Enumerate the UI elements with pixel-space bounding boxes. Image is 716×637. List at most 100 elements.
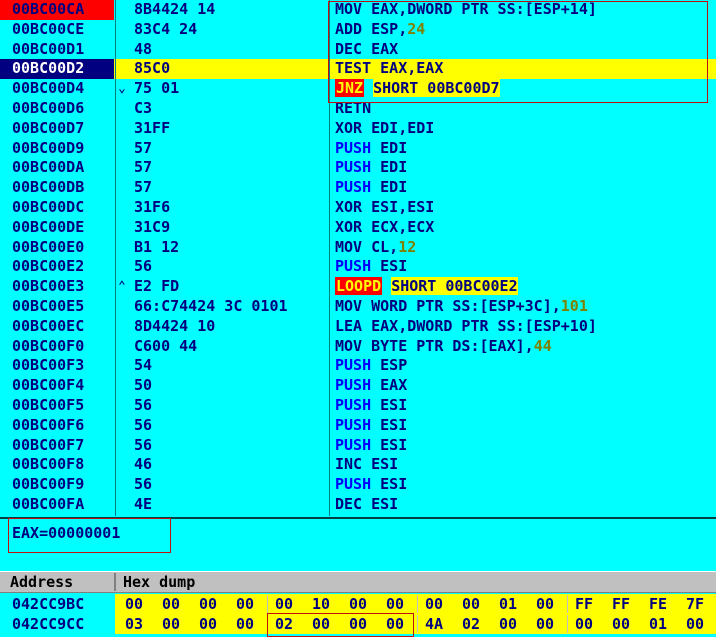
instruction-bytes: 48 [134,39,153,58]
disasm-row[interactable]: 00BC00F6 56 PUSH ESI [0,416,716,436]
disasm-row[interactable]: 00BC00F5 56 PUSH ESI [0,396,716,416]
dump-byte: 00 [125,595,144,613]
dump-byte: 00 [462,595,481,613]
instruction-bytes: 8D4424 10 [134,316,216,335]
asm-token: JNZ [335,79,365,98]
asm-token: ESI [371,435,408,454]
instruction-text: DEC EAX [335,40,716,60]
instruction-text: MOV BYTE PTR DS:[EAX],44 [335,337,716,357]
column-separator-hex[interactable] [329,0,330,516]
jump-mark [118,416,132,436]
disasm-row[interactable]: 00BC00DB 57 PUSH EDI [0,178,716,198]
asm-token: PUSH [335,415,372,434]
column-header-hexdump[interactable]: Hex dump [123,572,195,592]
instruction-address: 00BC00F8 [12,455,85,474]
disasm-row[interactable]: 00BC00E2 56 PUSH ESI [0,257,716,277]
asm-token: EDI [371,178,408,197]
instruction-address: 00BC00E5 [12,297,85,315]
disasm-row[interactable]: 00BC00D6 C3 RETN [0,99,716,119]
disasm-row[interactable]: 00BC00D2 85C0 TEST EAX,EAX [0,59,716,80]
disasm-row[interactable]: 00BC00D9 57 PUSH EDI [0,139,716,159]
dump-byte: 01 [649,615,668,633]
asm-token: ESI [371,475,408,494]
instruction-address: 00BC00DC [12,198,85,216]
disasm-row[interactable]: 00BC00D1 48 DEC EAX [0,40,716,60]
asm-token: ESI [371,396,408,414]
dump-byte: FF [612,595,631,613]
column-header-address[interactable]: Address [10,572,73,592]
dump-row[interactable]: 042CC9CC 03 00 00 00 02 00 00 00 4A 02 00 00 00 00 01 00 [0,614,716,634]
jump-mark [118,337,132,357]
disasm-row[interactable]: 00BC00EC 8D4424 10 LEA EAX,DWORD PTR SS:[E… [0,317,716,337]
asm-token: INC ESI [335,455,399,474]
disasm-row[interactable]: 00BC00E3 ⌃ E2 FD LOOPD SHORT 00BC00E2 [0,277,716,297]
instruction-bytes: 31C9 [134,217,171,236]
instruction-address: 00BC00E0 [12,237,85,256]
dump-group-divider [417,595,418,613]
jump-mark [118,0,132,20]
jump-mark [118,158,132,178]
instruction-bytes: 83C4 24 [134,19,198,38]
column-separator-address[interactable] [115,0,116,516]
disasm-row[interactable]: 00BC00F7 56 PUSH ESI [0,436,716,456]
disasm-row[interactable]: 00BC00F4 50 PUSH EAX [0,376,716,396]
instruction-bytes: 54 [134,356,153,375]
dump-row[interactable]: 042CC9BC 00 00 00 00 00 10 00 00 00 00 01 00 FF FF FE 7F [0,594,716,614]
asm-token: PUSH [335,178,372,197]
asm-token: MOV BYTE PTR DS:[EAX], [335,336,534,355]
asm-token: ADD ESP, [335,19,408,38]
register-value: EAX=00000001 [12,524,121,542]
disasm-row[interactable]: 00BC00E5 66:C74424 3C 0101 MOV WORD PTR SS… [0,297,716,317]
asm-token: DEC ESI [335,495,399,513]
instruction-bytes: B1 12 [134,237,180,256]
asm-token: EDI [371,158,408,177]
disasm-row[interactable]: 00BC00F9 56 PUSH ESI [0,475,716,495]
jump-mark [118,238,132,258]
instruction-bytes: C600 44 [134,336,198,355]
instruction-address: 00BC00F5 [12,396,85,414]
asm-token: ESI [371,415,408,434]
dump-bytes[interactable]: 03 00 00 00 02 00 00 00 4A 02 00 00 00 00 01 00 [115,614,716,634]
dump-group-divider [567,595,568,613]
dump-group-divider [567,615,568,633]
dump-byte: 10 [312,595,331,613]
disasm-row[interactable]: 00BC00CE 83C4 24 ADD ESP,24 [0,20,716,40]
asm-token: PUSH [335,435,372,454]
disasm-row[interactable]: 00BC00D7 31FF XOR EDI,EDI [0,119,716,139]
jump-mark [118,436,132,456]
dump-byte: 00 [499,615,518,633]
disasm-row[interactable]: 00BC00DA 57 PUSH EDI [0,158,716,178]
instruction-text: XOR ECX,ECX [335,218,716,238]
instruction-address: 00BC00DB [12,178,85,197]
column-divider[interactable] [114,573,116,591]
asm-token: RETN [335,99,372,117]
instruction-text: TEST EAX,EAX [335,59,716,79]
dump-byte: 00 [349,595,368,613]
instruction-text: PUSH ESP [335,356,716,376]
instruction-text: ADD ESP,24 [335,20,716,40]
dump-bytes[interactable]: 00 00 00 00 00 10 00 00 00 00 01 00 FF FF FE 7F [115,594,716,614]
disasm-row[interactable]: 00BC00FA 4E DEC ESI [0,495,716,515]
disasm-row[interactable]: 00BC00F0 C600 44 MOV BYTE PTR DS:[EAX],44 [0,337,716,357]
dump-byte: 03 [125,615,144,633]
asm-token: PUSH [335,475,372,494]
instruction-address: 00BC00D2 [0,59,114,80]
disasm-row[interactable]: 00BC00DC 31F6 XOR ESI,ESI [0,198,716,218]
jump-mark [118,297,132,317]
disasm-row[interactable]: 00BC00F3 54 PUSH ESP [0,356,716,376]
dump-byte: 00 [536,615,555,633]
disasm-row[interactable]: 00BC00D4 ⌄ 75 01 JNZ SHORT 00BC00D7 [0,79,716,99]
instruction-address: 00BC00DE [12,217,85,236]
dump-byte: 00 [199,615,218,633]
asm-token: PUSH [335,356,372,375]
instruction-bytes: 4E [134,495,153,513]
disasm-row[interactable]: 00BC00CA 8B4424 14 MOV EAX,DWORD PTR SS:[E… [0,0,716,20]
asm-token: PUSH [335,158,372,177]
instruction-text: LOOPD SHORT 00BC00E2 [335,277,716,297]
jump-mark [118,376,132,396]
disassembly-pane[interactable]: 00BC00CA 8B4424 14 MOV EAX,DWORD PTR SS:[E… [0,0,716,516]
instruction-bytes: 57 [134,138,153,157]
disasm-row[interactable]: 00BC00DE 31C9 XOR ECX,ECX [0,218,716,238]
disasm-row[interactable]: 00BC00E0 B1 12 MOV CL,12 [0,238,716,258]
disasm-row[interactable]: 00BC00F8 46 INC ESI [0,455,716,475]
